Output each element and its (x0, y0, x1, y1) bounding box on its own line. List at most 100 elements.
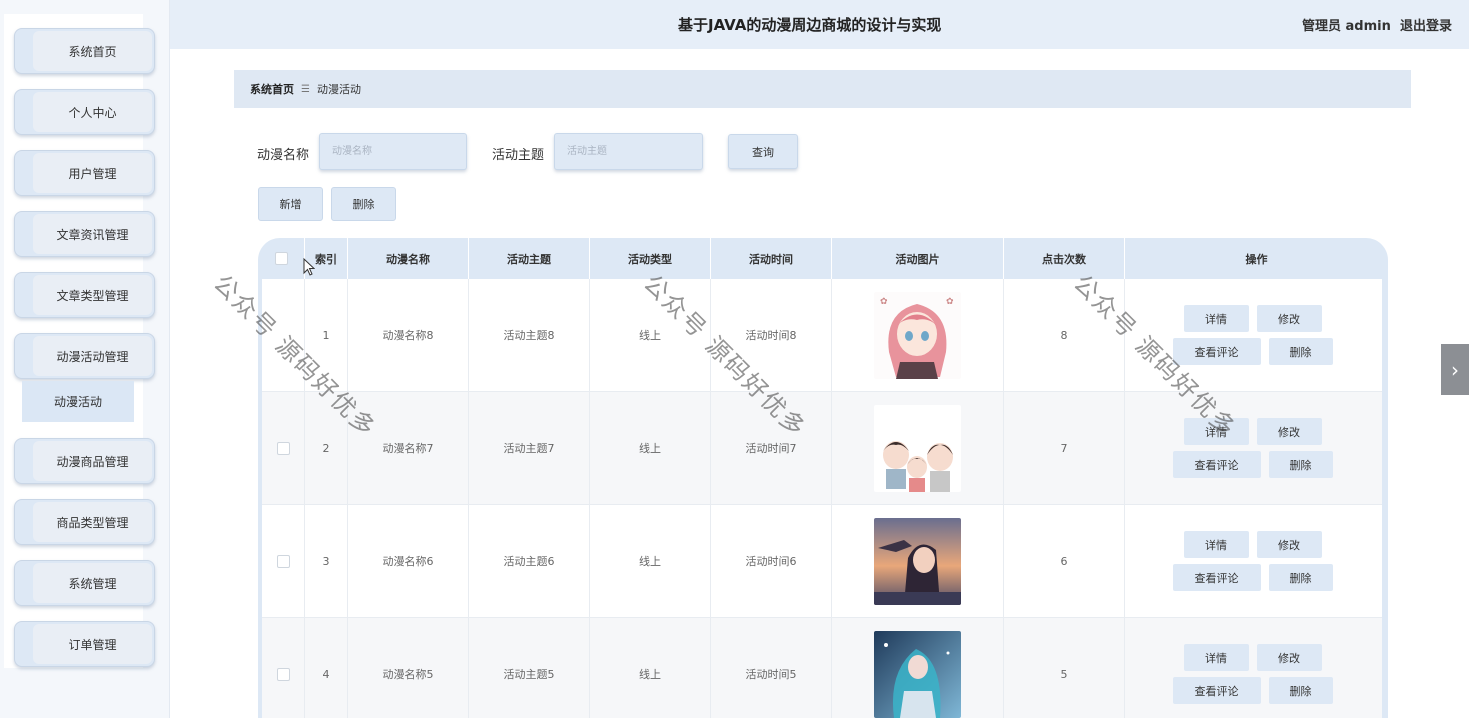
name-search-label: 动漫名称 (257, 148, 310, 163)
query-button[interactable]: 查询 (728, 134, 798, 169)
row-type: 线上 (590, 505, 711, 617)
row-theme: 活动主题8 (469, 279, 590, 391)
sidebar-item-users[interactable]: 用户管理 (14, 150, 155, 196)
row-actions: 详情 修改 查看评论 删除 (1125, 279, 1380, 391)
sidebar-item-anime-activities[interactable]: 动漫活动管理 (14, 333, 155, 379)
row-type: 线上 (590, 618, 711, 718)
row-select-cell (262, 505, 305, 617)
row-clicks: 6 (1004, 505, 1125, 617)
sidebar-item-label: 动漫商品管理 (33, 441, 152, 481)
detail-button[interactable]: 详情 (1183, 305, 1249, 332)
select-all-cell (258, 238, 305, 279)
edit-button[interactable]: 修改 (1256, 644, 1322, 671)
delete-button[interactable]: 删除 (1268, 338, 1333, 365)
row-checkbox[interactable] (276, 667, 290, 681)
edit-button[interactable]: 修改 (1256, 305, 1322, 332)
column-header: 动漫名称 (348, 238, 469, 279)
current-user: 管理员 admin (1302, 19, 1391, 34)
sidebar-item-profile[interactable]: 个人中心 (14, 89, 155, 135)
row-theme: 活动主题5 (469, 618, 590, 718)
submenu-item-anime-activity[interactable]: 动漫活动 (22, 381, 134, 422)
detail-button[interactable]: 详情 (1183, 418, 1249, 445)
activity-image (874, 517, 961, 605)
row-select-cell (262, 279, 305, 391)
activity-image (874, 404, 961, 492)
sidebar-item-anime-goods[interactable]: 动漫商品管理 (14, 438, 155, 484)
name-search-input[interactable] (319, 133, 467, 170)
sidebar-item-label: 个人中心 (33, 92, 152, 132)
edit-button[interactable]: 修改 (1256, 418, 1322, 445)
row-type: 线上 (590, 279, 711, 391)
sidebar-item-home[interactable]: 系统首页 (14, 28, 155, 74)
activity-image (874, 630, 961, 718)
row-time: 活动时间7 (711, 392, 832, 504)
row-checkbox[interactable] (276, 441, 290, 455)
svg-text:✿: ✿ (946, 297, 954, 307)
sidebar-item-label: 商品类型管理 (33, 502, 152, 542)
row-name: 动漫名称5 (348, 618, 469, 718)
row-name: 动漫名称7 (348, 392, 469, 504)
row-image-cell (832, 392, 1004, 504)
breadcrumb-home[interactable]: 系统首页 (250, 81, 294, 97)
add-button[interactable]: 新增 (258, 187, 323, 221)
batch-delete-button[interactable]: 删除 (331, 187, 396, 221)
sidebar-item-orders[interactable]: 订单管理 (14, 621, 155, 667)
edit-button[interactable]: 修改 (1256, 531, 1322, 558)
column-header: 活动时间 (711, 238, 832, 279)
row-clicks: 7 (1004, 392, 1125, 504)
activity-image: ✿ ✿ (874, 291, 961, 379)
mouse-cursor-icon (303, 258, 315, 276)
table-body: 1 动漫名称8 活动主题8 线上 活动时间8 ✿ ✿ 8 详情 修改 查看评论 … (262, 279, 1382, 718)
logout-link[interactable]: 退出登录 (1400, 15, 1452, 34)
theme-search-label: 活动主题 (492, 148, 545, 163)
view-comments-button[interactable]: 查看评论 (1172, 338, 1261, 365)
sidebar-item-label: 用户管理 (33, 153, 152, 193)
row-name: 动漫名称8 (348, 279, 469, 391)
view-comments-button[interactable]: 查看评论 (1172, 564, 1261, 591)
row-actions: 详情 修改 查看评论 删除 (1125, 392, 1380, 504)
row-actions: 详情 修改 查看评论 删除 (1125, 618, 1380, 718)
breadcrumb-current: 动漫活动 (316, 83, 361, 96)
row-theme: 活动主题6 (469, 505, 590, 617)
column-header: 点击次数 (1004, 238, 1125, 279)
row-image-cell: ✿ ✿ (832, 279, 1004, 391)
row-select-cell (262, 392, 305, 504)
svg-text:✿: ✿ (880, 297, 888, 307)
table-row: 1 动漫名称8 活动主题8 线上 活动时间8 ✿ ✿ 8 详情 修改 查看评论 … (262, 279, 1382, 392)
sidebar-item-label: 文章类型管理 (33, 275, 152, 315)
breadcrumb: 系统首页 ☰ 动漫活动 (234, 70, 1411, 108)
row-checkbox[interactable] (276, 554, 290, 568)
select-all-checkbox[interactable] (274, 252, 288, 265)
sidebar-item-label: 订单管理 (33, 624, 152, 664)
delete-button[interactable]: 删除 (1268, 451, 1333, 478)
row-name: 动漫名称6 (348, 505, 469, 617)
row-clicks: 5 (1004, 618, 1125, 718)
theme-search-input[interactable] (554, 133, 703, 170)
activity-table: 索引 动漫名称 活动主题 活动类型 活动时间 活动图片 点击次数 操作 1 动漫… (258, 238, 1388, 718)
view-comments-button[interactable]: 查看评论 (1172, 451, 1261, 478)
table-row: 4 动漫名称5 活动主题5 线上 活动时间5 5 详情 修改 查看评论 删除 (262, 618, 1382, 718)
chevron-right-icon[interactable]: › (1441, 344, 1469, 395)
detail-button[interactable]: 详情 (1183, 644, 1249, 671)
sidebar-item-articles[interactable]: 文章资讯管理 (14, 211, 155, 257)
column-header: 活动图片 (832, 238, 1004, 279)
sidebar-item-label: 文章资讯管理 (33, 214, 152, 254)
sidebar-item-system[interactable]: 系统管理 (14, 560, 155, 606)
view-comments-button[interactable]: 查看评论 (1172, 677, 1261, 704)
delete-button[interactable]: 删除 (1268, 677, 1333, 704)
row-image-cell (832, 505, 1004, 617)
sidebar-item-goods-types[interactable]: 商品类型管理 (14, 499, 155, 545)
sidebar-item-article-types[interactable]: 文章类型管理 (14, 272, 155, 318)
row-time: 活动时间8 (711, 279, 832, 391)
table-row: 2 动漫名称7 活动主题7 线上 活动时间7 7 详情 修改 查看评论 删除 (262, 392, 1382, 505)
row-index: 2 (305, 392, 348, 504)
column-header: 操作 (1245, 252, 1268, 266)
row-time: 活动时间5 (711, 618, 832, 718)
column-header: 活动主题 (469, 238, 590, 279)
detail-button[interactable]: 详情 (1183, 531, 1249, 558)
delete-button[interactable]: 删除 (1268, 564, 1333, 591)
row-index: 1 (305, 279, 348, 391)
row-theme: 活动主题7 (469, 392, 590, 504)
table-row: 3 动漫名称6 活动主题6 线上 活动时间6 6 详情 修改 查看评论 删除 (262, 505, 1382, 618)
sidebar-item-label: 动漫活动管理 (33, 336, 152, 376)
